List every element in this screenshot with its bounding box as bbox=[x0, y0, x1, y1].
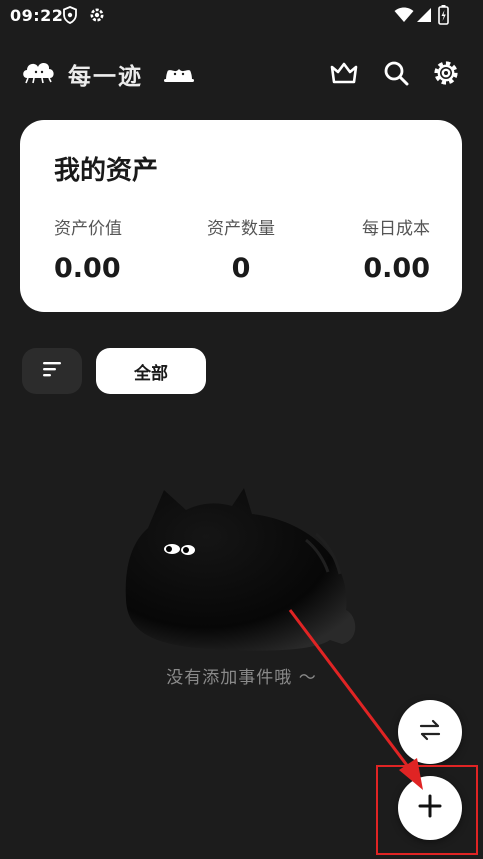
filter-chip-all[interactable]: 全部 bbox=[96, 348, 206, 394]
gear-icon bbox=[88, 6, 106, 28]
stat-asset-count: 资产数量 0 bbox=[204, 214, 278, 284]
status-time: 09:22 bbox=[10, 6, 64, 25]
search-icon[interactable] bbox=[379, 56, 413, 90]
shield-icon bbox=[62, 6, 78, 28]
empty-state-text: 没有添加事件哦 ～ bbox=[166, 668, 317, 688]
crown-icon[interactable] bbox=[327, 56, 361, 90]
black-cat-illustration bbox=[120, 480, 360, 659]
status-bar: 09:22 bbox=[0, 0, 483, 34]
stat-value: 0 bbox=[231, 253, 251, 284]
swap-arrows-icon bbox=[418, 719, 442, 745]
card-title: 我的资产 bbox=[54, 156, 159, 186]
add-fab-button[interactable] bbox=[398, 776, 462, 840]
sort-button[interactable] bbox=[22, 348, 82, 394]
sort-icon bbox=[41, 360, 63, 382]
asset-summary-card: 我的资产 资产价值 0.00 资产数量 0 每日成本 0.00 bbox=[20, 120, 462, 312]
stat-value: 0.00 bbox=[54, 253, 121, 284]
settings-icon[interactable] bbox=[429, 56, 463, 90]
stat-daily-cost: 每日成本 0.00 bbox=[362, 214, 430, 284]
plus-icon bbox=[416, 792, 444, 824]
stat-label: 资产价值 bbox=[54, 219, 122, 239]
pudding-mascot-icon bbox=[163, 58, 195, 88]
wifi-icon bbox=[394, 7, 414, 27]
switch-fab-button[interactable] bbox=[398, 700, 462, 764]
app-header: 每一迹 bbox=[0, 48, 483, 98]
cloud-mascot-icon bbox=[22, 58, 56, 88]
stat-label: 资产数量 bbox=[207, 219, 275, 239]
signal-icon bbox=[416, 7, 432, 27]
battery-icon bbox=[438, 5, 449, 29]
stat-asset-value: 资产价值 0.00 bbox=[54, 214, 122, 284]
stat-value: 0.00 bbox=[363, 253, 430, 284]
app-title: 每一迹 bbox=[68, 64, 143, 90]
stat-label: 每日成本 bbox=[362, 219, 430, 239]
